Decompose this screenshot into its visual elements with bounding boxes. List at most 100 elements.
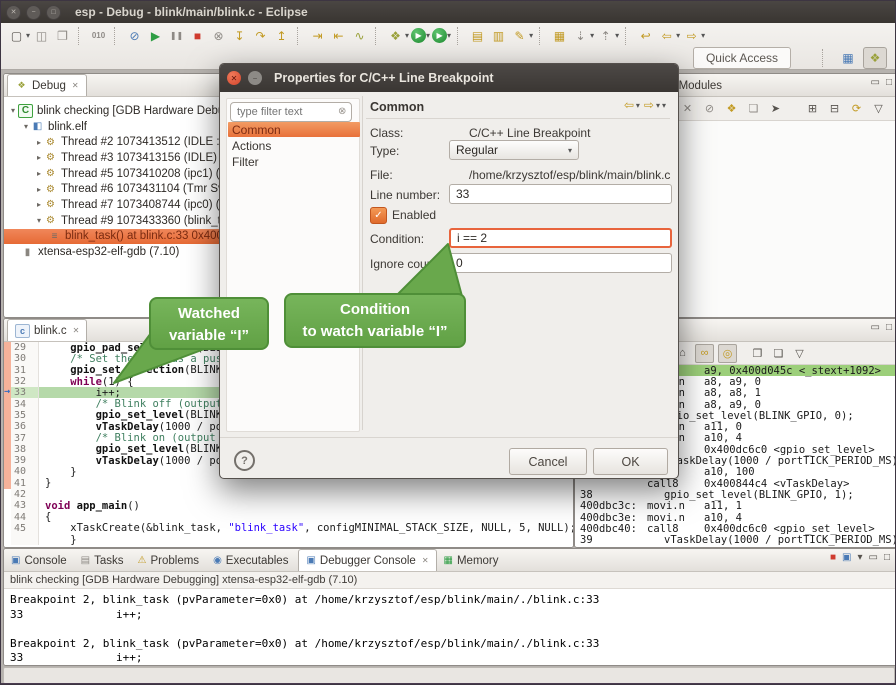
- external-tools-icon[interactable]: ▶: [432, 28, 447, 43]
- forward-dropdown-icon[interactable]: ▾: [656, 101, 660, 110]
- collapse-all-icon[interactable]: ⊟: [826, 100, 843, 117]
- remove-all-icon[interactable]: ⊘: [701, 100, 718, 117]
- step-over-icon[interactable]: ↷: [251, 26, 270, 45]
- ok-button[interactable]: OK: [593, 448, 668, 475]
- window-minimize-button[interactable]: −: [26, 5, 41, 20]
- line-number[interactable]: 34: [11, 398, 39, 409]
- terminate-icon[interactable]: ■: [188, 26, 207, 45]
- disasm-row[interactable]: 400dbc40:call80x400dc6c0 <gpio_set_level…: [575, 523, 896, 534]
- resume-icon[interactable]: ▶: [146, 26, 165, 45]
- line-number[interactable]: 33: [11, 387, 39, 398]
- tab-tasks[interactable]: ▤Tasks: [74, 550, 131, 571]
- debug-perspective-icon[interactable]: ❖: [863, 47, 887, 69]
- new-wizard-dropdown-icon[interactable]: ▾: [26, 31, 30, 40]
- pin-view-icon[interactable]: ➤: [767, 100, 784, 117]
- new-folder-icon[interactable]: ▤: [468, 26, 487, 45]
- nav-item-common[interactable]: Common: [228, 122, 360, 137]
- open-new-view-icon[interactable]: ❏: [770, 345, 787, 362]
- line-number[interactable]: 39: [11, 455, 39, 466]
- line-number[interactable]: 42: [11, 489, 39, 500]
- code-line[interactable]: 44{: [4, 511, 573, 522]
- skip-breakpoints-icon[interactable]: ⊘: [125, 26, 144, 45]
- type-select[interactable]: Regular ▾: [449, 140, 579, 160]
- clear-filter-icon[interactable]: ⊗: [338, 106, 346, 117]
- debug-dropdown-icon[interactable]: ▾: [405, 31, 409, 40]
- expander-icon[interactable]: ▸: [34, 200, 44, 209]
- tab-memory[interactable]: ▦Memory: [437, 550, 506, 571]
- line-number[interactable]: 31: [11, 365, 39, 376]
- condition-input[interactable]: [449, 228, 672, 248]
- cancel-button[interactable]: Cancel: [509, 448, 587, 475]
- close-tab-icon[interactable]: ✕: [72, 81, 79, 90]
- line-number[interactable]: 38: [11, 444, 39, 455]
- terminate-icon[interactable]: ■: [830, 552, 836, 563]
- quick-access-button[interactable]: Quick Access: [693, 47, 791, 69]
- external-tools-dropdown-icon[interactable]: ▾: [447, 31, 451, 40]
- search-icon[interactable]: ✎: [510, 26, 529, 45]
- link-with-active-context-icon[interactable]: ∞: [695, 344, 714, 363]
- minimize-panel-icon[interactable]: ▭: [869, 552, 878, 563]
- disconnect-icon[interactable]: ⊗: [209, 26, 228, 45]
- expander-icon[interactable]: ▸: [34, 138, 44, 147]
- disasm-source-row[interactable]: 39vTaskDelay(1000 / portTICK_PERIOD_MS);: [575, 534, 896, 545]
- code-line[interactable]: }: [4, 534, 573, 545]
- tab-debugger-console[interactable]: ▣Debugger Console✕: [298, 549, 436, 571]
- window-maximize-button[interactable]: □: [46, 5, 61, 20]
- maximize-panel-icon[interactable]: □: [886, 322, 892, 333]
- last-edit-location-icon[interactable]: ↩: [636, 26, 655, 45]
- maximize-panel-icon[interactable]: □: [884, 552, 890, 563]
- code-line[interactable]: 42: [4, 489, 573, 500]
- enabled-checkbox[interactable]: ✓: [370, 207, 387, 224]
- disassembly-view-menu-icon[interactable]: ▽: [791, 345, 808, 362]
- run-icon[interactable]: ▶: [411, 28, 426, 43]
- ignore-count-input[interactable]: [449, 253, 672, 273]
- forward-icon[interactable]: ⇨: [682, 26, 701, 45]
- code-text[interactable]: xTaskCreate(&blink_task, "blink_task", c…: [39, 522, 573, 534]
- tab-problems[interactable]: ⚠Problems: [131, 550, 207, 571]
- tab-blink-c[interactable]: c blink.c ✕: [7, 319, 87, 341]
- nav-item-actions[interactable]: Actions: [228, 138, 360, 153]
- display-selected-console-icon[interactable]: ▣: [842, 552, 851, 563]
- line-number[interactable]: 30: [11, 353, 39, 364]
- line-number[interactable]: 37: [11, 432, 39, 443]
- disasm-row[interactable]: 400dbc3c:movi.na11, 1: [575, 501, 896, 512]
- forward-dropdown-icon[interactable]: ▾: [701, 31, 705, 40]
- next-annotation-icon[interactable]: ⇣: [571, 26, 590, 45]
- expander-icon[interactable]: ▸: [34, 185, 44, 194]
- restore-view-icon[interactable]: ❐: [749, 345, 766, 362]
- forward-icon[interactable]: ⇨: [644, 98, 654, 112]
- expand-all-icon[interactable]: ⊞: [804, 100, 821, 117]
- instruction-stepping-icon[interactable]: ⇥: [308, 26, 327, 45]
- line-number[interactable]: 40: [11, 466, 39, 477]
- close-tab-icon[interactable]: ✕: [73, 326, 80, 335]
- back-dropdown-icon[interactable]: ▾: [676, 31, 680, 40]
- save-icon[interactable]: ◫: [32, 26, 51, 45]
- expander-icon[interactable]: ▾: [21, 122, 31, 131]
- code-text[interactable]: i++;: [39, 387, 121, 399]
- minimize-panel-icon[interactable]: ▭: [871, 77, 880, 88]
- dialog-minimize-button[interactable]: −: [248, 71, 262, 85]
- disasm-row[interactable]: 400dbc3e:movi.na10, 4: [575, 512, 896, 523]
- code-text[interactable]: }: [39, 477, 51, 489]
- disasm-row[interactable]: call80x400844c4 <vTaskDelay>: [575, 478, 896, 489]
- new-wizard-icon[interactable]: ▢: [7, 26, 26, 45]
- code-line[interactable]: 45 xTaskCreate(&blink_task, "blink_task"…: [4, 523, 573, 534]
- run-dropdown-icon[interactable]: ▾: [426, 31, 430, 40]
- code-text[interactable]: void app_main(): [39, 500, 140, 512]
- close-tab-icon[interactable]: ✕: [422, 556, 429, 565]
- use-step-filters-icon[interactable]: ∿: [350, 26, 369, 45]
- help-icon[interactable]: ?: [234, 450, 255, 471]
- previous-annotation-icon[interactable]: ⇡: [596, 26, 615, 45]
- line-number[interactable]: 43: [11, 500, 39, 511]
- back-dropdown-icon[interactable]: ▾: [636, 101, 640, 110]
- tab-debug[interactable]: ❖ Debug ✕: [7, 74, 87, 96]
- window-close-button[interactable]: ✕: [6, 5, 21, 20]
- filter-input[interactable]: [230, 102, 352, 122]
- build-icon[interactable]: 010: [89, 26, 108, 45]
- nav-item-filter[interactable]: Filter: [228, 154, 360, 169]
- code-text[interactable]: {: [39, 511, 51, 523]
- tab-executables[interactable]: ◉Executables: [206, 550, 295, 571]
- section-menu-icon[interactable]: ▾: [662, 101, 666, 110]
- open-task-icon[interactable]: ▥: [489, 26, 508, 45]
- disasm-source-row[interactable]: 38gpio_set_level(BLINK_GPIO, 1);: [575, 489, 896, 500]
